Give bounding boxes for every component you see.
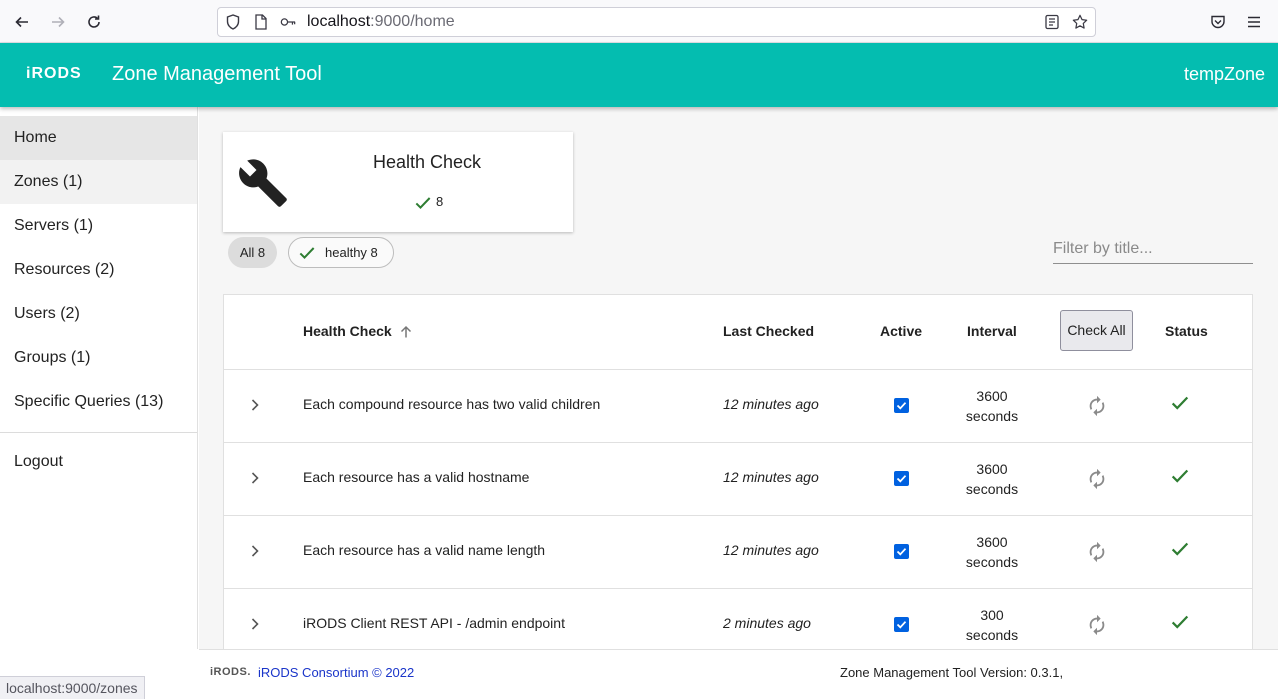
- zone-name: tempZone: [1183, 64, 1265, 84]
- sidebar-item-resources[interactable]: Resources (2): [0, 248, 197, 292]
- refresh-icon[interactable]: [1086, 541, 1108, 563]
- irods-consortium-link[interactable]: iRODS Consortium © 2022: [258, 665, 414, 680]
- active-checkbox[interactable]: [894, 617, 909, 632]
- check-icon: [415, 197, 431, 210]
- status-healthy-icon: [1171, 469, 1189, 483]
- link-status-url: localhost:9000/zones: [0, 676, 145, 699]
- sidebar-item-logout[interactable]: Logout: [0, 440, 197, 484]
- back-icon[interactable]: [11, 11, 33, 33]
- main-content: Health Check 8 All 8 healthy 8 Health Ch…: [199, 107, 1278, 649]
- reload-icon[interactable]: [83, 11, 105, 33]
- interval: 3600 seconds: [965, 461, 1019, 497]
- active-checkbox[interactable]: [894, 471, 909, 486]
- expand-chevron-icon[interactable]: [248, 471, 262, 485]
- table-row: Each resource has a valid name length 12…: [224, 516, 1252, 589]
- column-header-health-check[interactable]: Health Check: [303, 323, 392, 339]
- last-checked: 12 minutes ago: [723, 542, 819, 558]
- active-checkbox[interactable]: [894, 398, 909, 413]
- reader-view-icon[interactable]: [1044, 14, 1060, 30]
- address-bar[interactable]: localhost:9000/home: [217, 7, 1096, 37]
- table-row: iRODS Client REST API - /admin endpoint …: [224, 589, 1252, 649]
- expand-chevron-icon[interactable]: [248, 398, 262, 412]
- card-title: Health Check: [373, 152, 482, 172]
- interval: 300 seconds: [965, 607, 1019, 643]
- browser-toolbar: localhost:9000/home: [0, 0, 1278, 43]
- refresh-icon[interactable]: [1086, 395, 1108, 417]
- status-healthy-icon: [1171, 615, 1189, 629]
- column-header-last-checked: Last Checked: [723, 323, 815, 339]
- menu-icon[interactable]: [1243, 11, 1265, 33]
- expand-chevron-icon[interactable]: [248, 544, 262, 558]
- app-header: iRODS Zone Management Tool tempZone: [0, 43, 1278, 107]
- status-healthy-icon: [1171, 542, 1189, 556]
- refresh-icon[interactable]: [1086, 614, 1108, 636]
- refresh-icon[interactable]: [1086, 468, 1108, 490]
- last-checked: 2 minutes ago: [723, 615, 811, 631]
- health-check-name: Each resource has a valid hostname: [303, 469, 530, 485]
- table-row: Each compound resource has two valid chi…: [224, 370, 1252, 443]
- sidebar: Home Zones (1) Servers (1) Resources (2)…: [0, 107, 198, 649]
- filter-chip-all[interactable]: All 8: [228, 237, 277, 268]
- filter-by-title-input[interactable]: [1053, 235, 1253, 264]
- expand-chevron-icon[interactable]: [248, 617, 262, 631]
- table-row: Each resource has a valid hostname 12 mi…: [224, 443, 1252, 516]
- sidebar-item-servers[interactable]: Servers (1): [0, 204, 197, 248]
- health-check-card: Health Check 8: [223, 132, 573, 232]
- column-header-active: Active: [880, 323, 923, 339]
- check-all-button[interactable]: Check All: [1060, 310, 1133, 351]
- interval: 3600 seconds: [965, 388, 1019, 424]
- sidebar-item-specific-queries[interactable]: Specific Queries (13): [0, 380, 197, 424]
- check-icon: [299, 247, 315, 260]
- active-checkbox[interactable]: [894, 544, 909, 559]
- key-icon[interactable]: [280, 14, 296, 30]
- sidebar-item-home[interactable]: Home: [0, 116, 197, 160]
- sort-ascending-icon[interactable]: [399, 325, 413, 339]
- filter-chip-healthy[interactable]: healthy 8: [288, 237, 394, 268]
- version-text: Zone Management Tool Version: 0.3.1,: [840, 665, 1064, 680]
- irods-logo[interactable]: iRODS: [26, 65, 82, 83]
- shield-icon[interactable]: [225, 14, 241, 30]
- health-check-name: iRODS Client REST API - /admin endpoint: [303, 615, 565, 631]
- pocket-icon[interactable]: [1207, 11, 1229, 33]
- sidebar-item-users[interactable]: Users (2): [0, 292, 197, 336]
- last-checked: 12 minutes ago: [723, 469, 819, 485]
- sidebar-item-zones[interactable]: Zones (1): [0, 160, 197, 204]
- health-check-name: Each compound resource has two valid chi…: [303, 396, 601, 412]
- healthy-count: 8: [436, 194, 444, 209]
- health-check-table: Health Check Last Checked Active Interva…: [223, 294, 1253, 649]
- health-check-name: Each resource has a valid name length: [303, 542, 546, 558]
- page-icon: [253, 14, 269, 30]
- sidebar-divider: [0, 432, 197, 433]
- last-checked: 12 minutes ago: [723, 396, 819, 412]
- bookmark-star-icon[interactable]: [1072, 14, 1088, 30]
- app-title: Zone Management Tool: [112, 63, 322, 85]
- url-text[interactable]: localhost:9000/home: [307, 13, 455, 31]
- status-healthy-icon: [1171, 396, 1189, 410]
- filter-chip-healthy-label: healthy 8: [325, 245, 378, 260]
- forward-icon[interactable]: [47, 11, 69, 33]
- interval: 3600 seconds: [965, 534, 1019, 570]
- column-header-status: Status: [1165, 323, 1208, 339]
- footer-irods-logo: iRODS.: [210, 666, 251, 678]
- sidebar-item-groups[interactable]: Groups (1): [0, 336, 197, 380]
- wrench-icon: [239, 159, 287, 207]
- footer: iRODS. iRODS Consortium © 2022 Zone Mana…: [199, 649, 1278, 699]
- column-header-interval: Interval: [967, 323, 1017, 339]
